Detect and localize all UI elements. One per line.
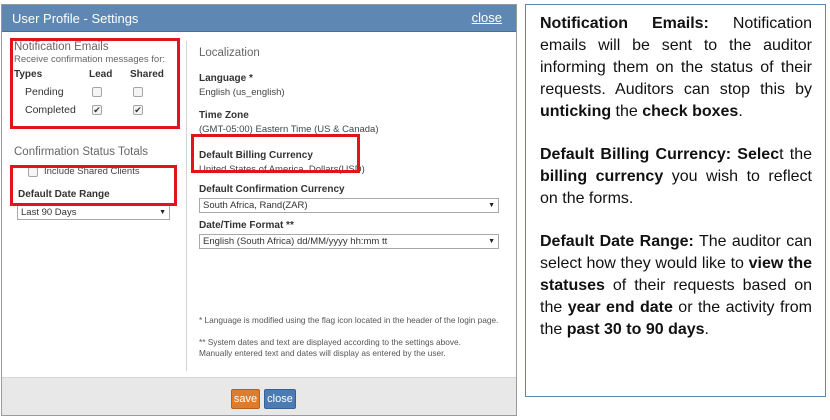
row-label-completed: Completed [25, 104, 76, 116]
localization-column: Localization Language * English (us_engl… [199, 41, 505, 359]
dialog-titlebar: User Profile - Settings close [2, 5, 516, 32]
close-button[interactable]: close [264, 389, 296, 409]
timezone-value: (GMT-05:00) Eastern Time (US & Canada) [199, 124, 379, 135]
date-range-description: Default Date Range: The auditor can sele… [540, 231, 812, 341]
notification-emails-subtext: Receive confirmation messages for: [14, 54, 166, 65]
confirmation-status-totals-heading: Confirmation Status Totals [14, 146, 149, 158]
chevron-down-icon: ▼ [488, 238, 495, 245]
dialog-title: User Profile - Settings [12, 11, 139, 26]
manual-entry-note: Manually entered text and dates will dis… [199, 348, 446, 358]
pending-shared-checkbox[interactable] [133, 87, 143, 97]
term-check-boxes: check boxes [642, 103, 739, 120]
desc-text: . [704, 321, 709, 338]
column-header-lead: Lead [89, 69, 113, 80]
save-button[interactable]: save [231, 389, 260, 409]
close-link[interactable]: close [472, 10, 502, 25]
include-shared-clients-checkbox[interactable] [28, 167, 38, 177]
default-confirmation-currency-value: South Africa, Rand(ZAR) [203, 200, 308, 211]
default-date-range-label: Default Date Range [18, 189, 110, 200]
include-shared-clients-row: Include Shared Clients [14, 164, 180, 180]
row-label-pending: Pending [25, 86, 64, 98]
term-unticking: unticking [540, 103, 612, 120]
desc-text: . [738, 103, 743, 120]
desc-text: t the [779, 146, 812, 163]
default-date-range-select[interactable]: Last 90 Days ▼ [17, 205, 170, 220]
user-profile-settings-dialog: User Profile - Settings close Notificati… [1, 4, 517, 416]
column-header-shared: Shared [130, 69, 164, 80]
chevron-down-icon: ▼ [488, 202, 495, 209]
completed-shared-checkbox[interactable]: ✔ [133, 105, 143, 115]
default-confirmation-currency-select[interactable]: South Africa, Rand(ZAR) ▼ [199, 198, 499, 213]
term-billing-currency: billing currency [540, 168, 664, 185]
notification-emails-heading: Notification Emails [14, 41, 109, 53]
datetime-format-value: English (South Africa) dd/MM/yyyy hh:mm … [203, 236, 388, 247]
system-dates-note: ** System dates and text are displayed a… [199, 337, 461, 347]
language-label: Language * [199, 73, 253, 84]
datetime-format-select[interactable]: English (South Africa) dd/MM/yyyy hh:mm … [199, 234, 499, 249]
description-panel: Notification Emails: Notification emails… [525, 4, 826, 397]
billing-currency-description: Default Billing Currency: Select the bil… [540, 144, 812, 210]
include-shared-clients-label: Include Shared Clients [44, 166, 140, 177]
left-column: Notification Emails Receive confirmation… [14, 41, 180, 220]
column-divider [186, 41, 187, 371]
localization-heading: Localization [199, 47, 260, 59]
notification-types-table: Types Lead Shared Pending Completed ✔ ✔ [14, 69, 180, 131]
term-notification-emails: Notification Emails: [540, 15, 709, 32]
default-billing-currency-label: Default Billing Currency [199, 150, 313, 161]
completed-lead-checkbox[interactable]: ✔ [92, 105, 102, 115]
language-value: English (us_english) [199, 87, 285, 98]
pending-lead-checkbox[interactable] [92, 87, 102, 97]
default-date-range-value: Last 90 Days [21, 207, 77, 218]
term-past-30-to-90-days: past 30 to 90 days [566, 321, 705, 338]
language-note: * Language is modified using the flag ic… [199, 315, 499, 325]
term-year-end-date: year end date [567, 299, 673, 316]
term-default-billing-currency: Default Billing Currency: Selec [540, 146, 780, 163]
column-header-types: Types [14, 69, 43, 80]
default-confirmation-currency-label: Default Confirmation Currency [199, 184, 345, 195]
term-default-date-range: Default Date Range: [540, 233, 694, 250]
timezone-label: Time Zone [199, 110, 249, 121]
chevron-down-icon: ▼ [159, 209, 166, 216]
notification-emails-description: Notification Emails: Notification emails… [540, 13, 812, 123]
datetime-format-label: Date/Time Format ** [199, 220, 294, 231]
dialog-footer: save close [2, 377, 516, 415]
default-billing-currency-value: United States of America, Dollars(USD) [199, 164, 365, 175]
desc-text: the [611, 103, 643, 120]
